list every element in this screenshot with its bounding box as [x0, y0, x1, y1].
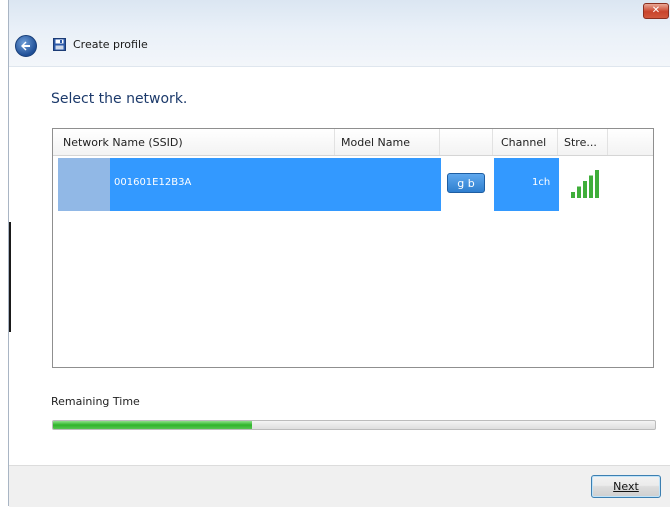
close-button[interactable]: ✕: [643, 3, 669, 19]
next-button[interactable]: Next: [591, 475, 661, 498]
create-profile-window: ✕ Create profile Select the network. Net…: [8, 0, 670, 507]
list-header: Network Name (SSID) Model Name Channel S…: [53, 129, 653, 156]
signal-strength-icon: [571, 170, 599, 198]
signal-bar: [583, 181, 587, 198]
column-header-strength[interactable]: Stre...: [558, 129, 608, 155]
title-bar: ✕ Create profile: [9, 0, 670, 67]
remaining-time-label: Remaining Time: [51, 395, 140, 408]
wireless-mode-badge: g b: [447, 173, 485, 193]
profile-icon: [53, 38, 66, 51]
signal-bar: [571, 192, 575, 198]
signal-bar: [595, 170, 599, 198]
progress-fill: [53, 421, 252, 429]
remaining-time-progress: [52, 420, 656, 430]
left-edge-marker: [9, 222, 11, 332]
ssid-cell: 001601E12B3A: [114, 177, 192, 188]
back-arrow-icon: [21, 41, 30, 51]
back-button[interactable]: [15, 35, 37, 57]
signal-bar: [589, 175, 593, 198]
button-bar: Next: [9, 465, 670, 507]
signal-bar: [577, 186, 581, 198]
window-title: Create profile: [73, 38, 148, 51]
column-header-channel[interactable]: Channel: [493, 129, 558, 155]
network-list[interactable]: Network Name (SSID) Model Name Channel S…: [52, 128, 654, 368]
row-selection-margin: [58, 158, 110, 211]
column-header-model-name[interactable]: Model Name: [335, 129, 440, 155]
column-header-ssid[interactable]: Network Name (SSID): [57, 129, 335, 155]
page-heading: Select the network.: [51, 91, 188, 107]
channel-cell: 1ch: [532, 177, 551, 188]
network-row[interactable]: 001601E12B3A g b 1ch: [58, 158, 618, 211]
column-header-mode[interactable]: [440, 129, 493, 155]
